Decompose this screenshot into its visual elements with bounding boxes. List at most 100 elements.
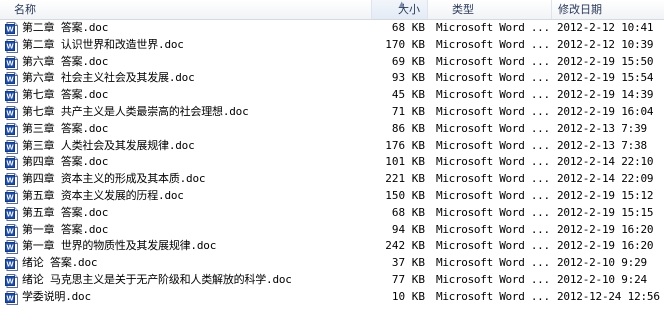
file-size: 150 KB: [385, 188, 425, 202]
file-date-modified: 2012-2-13 7:39: [557, 121, 647, 135]
file-date-modified: 2012-2-10 9:24: [557, 272, 647, 286]
svg-text:W: W: [6, 41, 14, 50]
file-date-modified: 2012-2-14 22:10: [557, 155, 654, 169]
svg-text:W: W: [6, 243, 14, 252]
file-size: 77 KB: [391, 272, 425, 286]
file-row[interactable]: W 绪论 答案.doc 37 KB Microsoft Word ... 2012-2-…: [0, 255, 664, 272]
svg-text:W: W: [6, 277, 14, 286]
file-size: 221 KB: [385, 172, 425, 186]
file-size: 170 KB: [385, 37, 425, 51]
file-name: 第一章 答案.doc: [22, 222, 109, 236]
svg-text:W: W: [6, 92, 14, 101]
word-document-icon: W: [5, 289, 19, 306]
file-size: 93 KB: [391, 71, 425, 85]
word-document-icon: W: [5, 255, 19, 272]
file-name: 第五章 资本主义发展的历程.doc: [22, 188, 184, 202]
svg-text:W: W: [6, 293, 14, 302]
file-type: Microsoft Word ...: [436, 239, 550, 253]
file-date-modified: 2012-2-19 16:20: [557, 239, 654, 253]
file-size: 37 KB: [391, 256, 425, 270]
svg-text:W: W: [6, 209, 14, 218]
word-document-icon: W: [5, 205, 19, 222]
file-type: Microsoft Word ...: [436, 205, 550, 219]
file-date-modified: 2012-2-19 15:15: [557, 205, 654, 219]
file-row[interactable]: W 第四章 答案.doc 101 KB Microsoft Word ... 2012-…: [0, 154, 664, 171]
file-row[interactable]: W 第七章 答案.doc 45 KB Microsoft Word ... 2012-2…: [0, 87, 664, 104]
file-row[interactable]: W 第五章 资本主义发展的历程.doc 150 KB Microsoft Word .…: [0, 188, 664, 205]
file-name: 第四章 答案.doc: [22, 155, 109, 169]
svg-text:W: W: [6, 58, 14, 67]
file-type: Microsoft Word ...: [436, 121, 550, 135]
file-date-modified: 2012-2-19 16:20: [557, 222, 654, 236]
word-document-icon: W: [5, 121, 19, 138]
file-size: 71 KB: [391, 104, 425, 118]
file-size: 69 KB: [391, 54, 425, 68]
file-size: 10 KB: [391, 289, 425, 303]
file-type: Microsoft Word ...: [436, 138, 550, 152]
column-header-type[interactable]: 类型: [428, 0, 552, 19]
word-document-icon: W: [5, 171, 19, 188]
file-size: 86 KB: [391, 121, 425, 135]
word-document-icon: W: [5, 37, 19, 54]
file-list: W 第二章 答案.doc 68 KB Microsoft Word ... 2012-2…: [0, 20, 664, 306]
file-name: 第四章 资本主义的形成及其本质.doc: [22, 172, 206, 186]
word-document-icon: W: [5, 238, 19, 255]
file-date-modified: 2012-2-12 10:41: [557, 21, 654, 34]
file-name: 学委说明.doc: [22, 289, 91, 303]
file-type: Microsoft Word ...: [436, 54, 550, 68]
file-type: Microsoft Word ...: [436, 222, 550, 236]
file-name: 第六章 社会主义社会及其发展.doc: [22, 71, 195, 85]
file-size: 68 KB: [391, 205, 425, 219]
file-size: 176 KB: [385, 138, 425, 152]
file-date-modified: 2012-2-19 15:50: [557, 54, 654, 68]
svg-text:W: W: [6, 176, 14, 185]
file-row[interactable]: W 第五章 答案.doc 68 KB Microsoft Word ... 2012-2…: [0, 205, 664, 222]
svg-text:W: W: [6, 25, 14, 34]
column-header-date-modified[interactable]: 修改日期: [552, 0, 664, 19]
file-name: 第七章 共产主义是人类最崇高的社会理想.doc: [22, 104, 249, 118]
file-name: 第三章 答案.doc: [22, 121, 109, 135]
svg-text:W: W: [6, 260, 14, 269]
file-date-modified: 2012-2-19 15:54: [557, 71, 654, 85]
file-row[interactable]: W 学委说明.doc 10 KB Microsoft Word ... 2012-12-…: [0, 289, 664, 306]
file-date-modified: 2012-2-19 15:12: [557, 188, 654, 202]
file-row[interactable]: W 第二章 认识世界和改造世界.doc 170 KB Microsoft Word .…: [0, 37, 664, 54]
word-document-icon: W: [5, 104, 19, 121]
file-date-modified: 2012-2-19 16:04: [557, 104, 654, 118]
file-date-modified: 2012-2-10 9:29: [557, 256, 647, 270]
file-date-modified: 2012-2-12 10:39: [557, 37, 654, 51]
file-row[interactable]: W 第七章 共产主义是人类最崇高的社会理想.doc 71 KB Microsoft W…: [0, 104, 664, 121]
file-type: Microsoft Word ...: [436, 272, 550, 286]
svg-text:W: W: [6, 226, 14, 235]
svg-text:W: W: [6, 75, 14, 84]
file-row[interactable]: W 第一章 世界的物质性及其发展规律.doc 242 KB Microsoft Wor…: [0, 238, 664, 255]
file-row[interactable]: W 第三章 答案.doc 86 KB Microsoft Word ... 2012-2…: [0, 121, 664, 138]
svg-text:W: W: [6, 109, 14, 118]
file-date-modified: 2012-12-24 12:56: [557, 289, 660, 303]
file-row[interactable]: W 第六章 社会主义社会及其发展.doc 93 KB Microsoft Word .…: [0, 70, 664, 87]
file-type: Microsoft Word ...: [436, 172, 550, 186]
file-name: 绪论 马克思主义是关于无产阶级和人类解放的科学.doc: [22, 272, 292, 286]
word-document-icon: W: [5, 20, 19, 37]
file-row[interactable]: W 第六章 答案.doc 69 KB Microsoft Word ... 2012-2…: [0, 54, 664, 71]
file-row[interactable]: W 第三章 人类社会及其发展规律.doc 176 KB Microsoft Word …: [0, 138, 664, 155]
column-header-bar: 名称 大小 类型 修改日期 ▲: [0, 0, 664, 20]
file-type: Microsoft Word ...: [436, 289, 550, 303]
file-name: 第五章 答案.doc: [22, 205, 109, 219]
file-row[interactable]: W 第四章 资本主义的形成及其本质.doc 221 KB Microsoft Word…: [0, 171, 664, 188]
file-size: 101 KB: [385, 155, 425, 169]
file-name: 第一章 世界的物质性及其发展规律.doc: [22, 239, 217, 253]
file-size: 45 KB: [391, 88, 425, 102]
file-row[interactable]: W 第二章 答案.doc 68 KB Microsoft Word ... 2012-2…: [0, 20, 664, 37]
file-name: 第六章 答案.doc: [22, 54, 109, 68]
file-row[interactable]: W 第一章 答案.doc 94 KB Microsoft Word ... 2012-2…: [0, 222, 664, 239]
word-document-icon: W: [5, 188, 19, 205]
file-type: Microsoft Word ...: [436, 104, 550, 118]
svg-text:W: W: [6, 125, 14, 134]
word-document-icon: W: [5, 87, 19, 104]
column-header-name[interactable]: 名称: [0, 0, 372, 19]
file-type: Microsoft Word ...: [436, 155, 550, 169]
sort-ascending-icon: ▲: [399, 0, 405, 8]
file-type: Microsoft Word ...: [436, 188, 550, 202]
file-row[interactable]: W 绪论 马克思主义是关于无产阶级和人类解放的科学.doc 77 KB Microso…: [0, 272, 664, 289]
